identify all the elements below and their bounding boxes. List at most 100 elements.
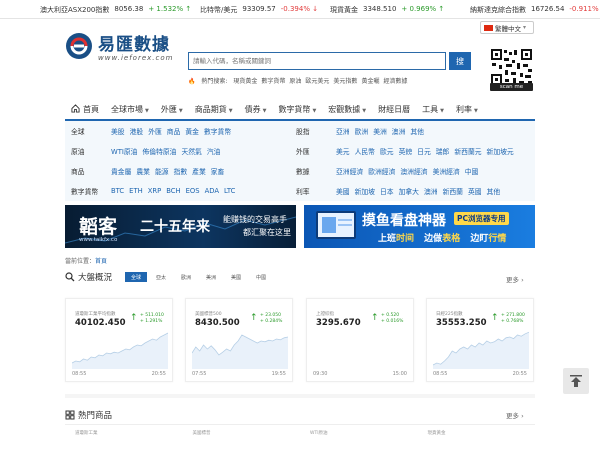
market-tab[interactable]: 中國 <box>250 272 272 282</box>
submenu-link[interactable]: 港股 <box>130 126 144 136</box>
submenu-link[interactable]: 美國 <box>336 186 350 196</box>
submenu-link[interactable]: 澳洲 <box>424 186 438 196</box>
hot-search-link[interactable]: 數字貨幣 <box>261 78 285 85</box>
search-input[interactable] <box>188 52 446 70</box>
submenu-link[interactable]: 英國 <box>468 186 482 196</box>
nav-item[interactable]: 首頁 <box>65 104 105 115</box>
hot-search-link[interactable]: 經濟數據 <box>383 78 407 85</box>
hot-search-link[interactable]: 美元指數 <box>333 78 357 85</box>
hot-search-link[interactable]: 黃金曬 <box>361 78 379 85</box>
submenu-link[interactable]: 美洲 <box>373 126 387 136</box>
market-card[interactable]: 上證綜指 3295.670 ↑ + 0.520 + 0.016% 09:30 15:00 <box>306 298 414 382</box>
market-more-link[interactable]: 更多 › <box>506 274 524 284</box>
submenu-link[interactable]: 佈倫特原油 <box>142 146 176 156</box>
submenu-link[interactable]: ETH <box>129 187 143 195</box>
submenu-link[interactable]: XRP <box>148 187 161 195</box>
nav-item[interactable]: 工具 ▼ <box>416 104 450 115</box>
ticker-item[interactable]: 納斯達克綜合指數 16726.54 -0.911% ↓ <box>470 5 600 15</box>
submenu-link[interactable]: 亞洲經濟 <box>336 166 363 176</box>
ticker-item[interactable]: 比特幣/美元 93309.57 -0.394% ↓ <box>200 5 318 15</box>
hot-search-link[interactable]: 歐元美元 <box>305 78 329 85</box>
submenu-link[interactable]: 歐元 <box>380 146 394 156</box>
banner-moyu[interactable]: 摸鱼看盘神器 PC浏览器专用 上班时间 边做表格 边盯行情 <box>304 205 535 248</box>
card-price: 8430.500 <box>195 318 240 328</box>
submenu-link[interactable]: WTI原油 <box>111 146 137 156</box>
submenu-link[interactable]: 產業 <box>192 166 206 176</box>
submenu-link[interactable]: 亞洲 <box>336 126 350 136</box>
hot-product-col[interactable]: 現貨黃金 <box>418 425 536 450</box>
hot-product-col[interactable]: WTI原油 <box>300 425 418 450</box>
nav-item[interactable]: 全球市場 ▼ <box>105 104 155 115</box>
market-tab[interactable]: 歐洲 <box>175 272 197 282</box>
breadcrumb-home-link[interactable]: 首頁 <box>95 258 107 265</box>
submenu-link[interactable]: 貴金屬 <box>111 166 131 176</box>
market-tab[interactable]: 美國 <box>225 272 247 282</box>
submenu-link[interactable]: 美元 <box>336 146 350 156</box>
submenu-link[interactable]: 新加坡元 <box>487 146 514 156</box>
hot-search-link[interactable]: 原油 <box>289 78 301 85</box>
submenu-link[interactable]: 瑞郎 <box>436 146 450 156</box>
banner1-line1: 能赚钱的交易高手 <box>223 215 287 224</box>
submenu-link[interactable]: 日元 <box>417 146 431 156</box>
market-card[interactable]: 日經225指數 35553.250 ↑ + 271.800 + 0.768% 08:55 2… <box>426 298 534 382</box>
submenu-link[interactable]: 商品 <box>167 126 181 136</box>
market-tab[interactable]: 亞太 <box>150 272 172 282</box>
logo-mark-icon <box>66 33 92 59</box>
nav-item[interactable]: 外匯 ▼ <box>155 104 189 115</box>
nav-item[interactable]: 宏觀數據 ▼ <box>322 104 372 115</box>
language-select[interactable]: 繁體中文 ▾ <box>480 21 534 34</box>
nav-item[interactable]: 財經日曆 <box>372 104 416 115</box>
submenu-link[interactable]: EOS <box>186 187 200 195</box>
submenu-link[interactable]: LTC <box>224 187 235 195</box>
submenu-link[interactable]: 能源 <box>155 166 169 176</box>
market-card[interactable]: 美國標普500 8430.500 ↑ + 23.050 + 0.284% 07:55 19:… <box>185 298 293 382</box>
submenu-link[interactable]: 歐洲經濟 <box>368 166 395 176</box>
submenu-link[interactable]: 人民幣 <box>355 146 375 156</box>
search-button[interactable]: 搜 <box>449 52 471 70</box>
submenu-link[interactable]: 其他 <box>487 186 501 196</box>
submenu-link[interactable]: 汽油 <box>207 146 221 156</box>
submenu-link[interactable]: 其他 <box>410 126 424 136</box>
submenu-row-label: 數據 <box>296 168 310 176</box>
market-card[interactable]: 道瓊斯工業平均指數 40102.450 ↑ + 511.010 + 1.291% 08:5… <box>65 298 173 382</box>
submenu-link[interactable]: 指數 <box>174 166 188 176</box>
submenu-link[interactable]: 中國 <box>465 166 479 176</box>
submenu-link[interactable]: 澳洲經濟 <box>400 166 427 176</box>
submenu-link[interactable]: 英鎊 <box>399 146 413 156</box>
banner-taikfx[interactable]: 韜客 二十五年来 能赚钱的交易高手 都汇聚在这里 www.taikfx.co <box>65 205 296 248</box>
hot-product-col[interactable]: 道瓊斯工業 <box>65 425 183 450</box>
submenu-link[interactable]: 美洲經濟 <box>433 166 460 176</box>
market-tab[interactable]: 美洲 <box>200 272 222 282</box>
submenu-link[interactable]: 日本 <box>380 186 394 196</box>
site-logo[interactable]: 易匯數據 www.ieforex.com <box>65 30 175 76</box>
submenu-link[interactable]: 家畜 <box>211 166 225 176</box>
card-time-start: 09:30 <box>313 371 328 377</box>
submenu-link[interactable]: 天然氣 <box>181 146 201 156</box>
submenu-link[interactable]: 外匯 <box>148 126 162 136</box>
hot-products-more-link[interactable]: 更多 › <box>506 410 524 420</box>
submenu-link[interactable]: 新加坡 <box>355 186 375 196</box>
card-change-pct: + 0.016% <box>381 319 404 324</box>
submenu-link[interactable]: ADA <box>205 187 219 195</box>
nav-item[interactable]: 商品期貨 ▼ <box>189 104 239 115</box>
submenu-link[interactable]: 歐洲 <box>355 126 369 136</box>
submenu-link[interactable]: 澳洲 <box>392 126 406 136</box>
submenu-link[interactable]: 農業 <box>136 166 150 176</box>
hot-search-link[interactable]: 現貨黃金 <box>233 78 257 85</box>
hot-product-col[interactable]: 美國標普 <box>183 425 301 450</box>
submenu-link[interactable]: BTC <box>111 187 124 195</box>
submenu-link[interactable]: 加拿大 <box>399 186 419 196</box>
submenu-link[interactable]: 美股 <box>111 126 125 136</box>
market-tab[interactable]: 全球 <box>125 272 147 282</box>
submenu-link[interactable]: 新西蘭元 <box>454 146 481 156</box>
submenu-link[interactable]: 數字貨幣 <box>204 126 231 136</box>
ticker-item[interactable]: 澳大利亞ASX200指數 8056.38 + 1.532% ↑ <box>40 5 191 15</box>
ticker-item[interactable]: 現貨黃金 3348.510 + 0.969% ↑ <box>330 5 444 15</box>
back-to-top-button[interactable] <box>563 368 589 394</box>
nav-item[interactable]: 債券 ▼ <box>239 104 273 115</box>
submenu-link[interactable]: 新西蘭 <box>443 186 463 196</box>
submenu-link[interactable]: 黃金 <box>185 126 199 136</box>
submenu-link[interactable]: BCH <box>166 187 180 195</box>
nav-item[interactable]: 數字貨幣 ▼ <box>272 104 322 115</box>
nav-item[interactable]: 利率 ▼ <box>450 104 484 115</box>
